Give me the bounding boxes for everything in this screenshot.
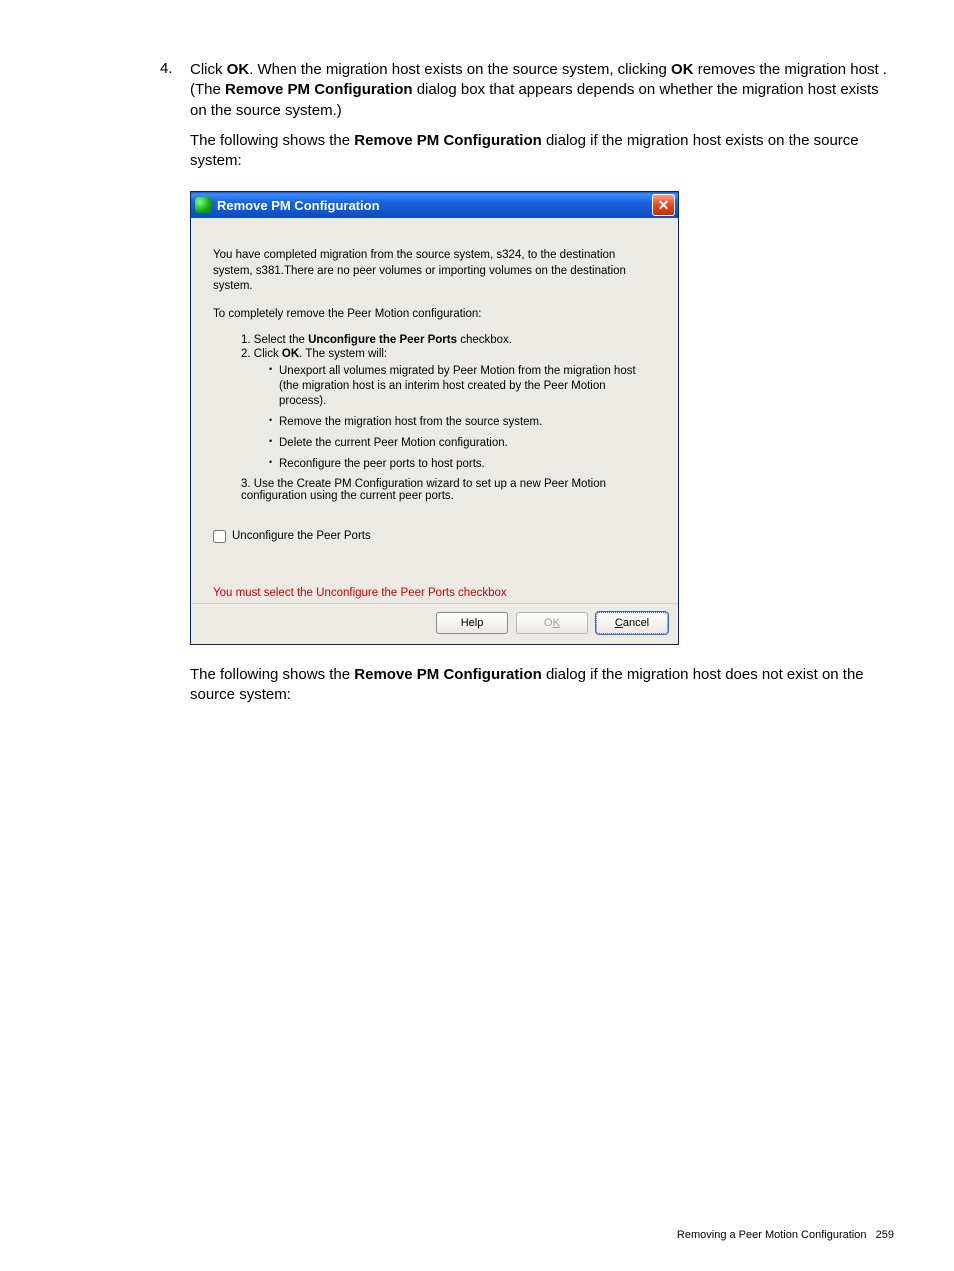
dialog-intro: You have completed migration from the so… [213, 248, 656, 295]
page-number: 259 [876, 1229, 894, 1241]
text: 1. Select the [241, 334, 308, 346]
titlebar[interactable]: Remove PM Configuration ✕ [191, 192, 678, 218]
bold-dialog-name: Remove PM Configuration [354, 132, 542, 149]
dialog-title: Remove PM Configuration [217, 198, 652, 213]
cancel-button[interactable]: Cancel [596, 612, 668, 634]
text: K [553, 617, 560, 629]
page-footer: Removing a Peer Motion Configuration 259 [677, 1229, 894, 1241]
dialog-subhead: To completely remove the Peer Motion con… [213, 307, 656, 323]
bullet-item: Remove the migration host from the sourc… [269, 415, 656, 430]
text: The following shows the [190, 132, 354, 149]
bullet-item: Reconfigure the peer ports to host ports… [269, 457, 656, 472]
step-body: Click OK. When the migration host exists… [190, 60, 894, 171]
close-button[interactable]: ✕ [652, 194, 675, 216]
text: C [615, 617, 623, 629]
bold: Unconfigure the Peer Ports [308, 334, 457, 346]
text: O [544, 617, 553, 629]
bold-ok: OK [671, 61, 694, 78]
dialog-body: You have completed migration from the so… [191, 218, 678, 581]
bullet-item: Delete the current Peer Motion configura… [269, 436, 656, 451]
help-button[interactable]: Help [436, 612, 508, 634]
unconfigure-peer-ports-checkbox[interactable] [213, 530, 226, 543]
bold-dialog-name: Remove PM Configuration [354, 666, 542, 683]
footer-text: Removing a Peer Motion Configuration [677, 1229, 867, 1241]
bold-ok: OK [227, 61, 250, 78]
bold-dialog-name: Remove PM Configuration [225, 81, 413, 98]
close-icon: ✕ [658, 197, 670, 214]
list-item: 2. Click OK. The system will: [241, 348, 656, 360]
text: . The system will: [299, 348, 387, 360]
text: 2. Click [241, 348, 282, 360]
step-number: 4. [160, 60, 173, 77]
validation-hint: You must select the Unconfigure the Peer… [213, 581, 656, 603]
text: ancel [623, 617, 649, 629]
list-item: 3. Use the Create PM Configuration wizar… [241, 478, 656, 502]
checkbox-label: Unconfigure the Peer Ports [232, 530, 371, 542]
text: Click [190, 61, 227, 78]
dialog-remove-pm-configuration: Remove PM Configuration ✕ You have compl… [190, 191, 679, 645]
bold: OK [282, 348, 299, 360]
dialog-footer: Help OK Cancel [191, 603, 678, 644]
unconfigure-peer-ports-checkbox-row[interactable]: Unconfigure the Peer Ports [213, 530, 656, 543]
after-text: The following shows the Remove PM Config… [190, 665, 894, 706]
list-item: 1. Select the Unconfigure the Peer Ports… [241, 334, 656, 346]
text: The following shows the [190, 666, 354, 683]
ok-button: OK [516, 612, 588, 634]
text: . When the migration host exists on the … [249, 61, 671, 78]
app-icon [195, 197, 211, 213]
bullet-item: Unexport all volumes migrated by Peer Mo… [269, 364, 656, 409]
text: checkbox. [457, 334, 512, 346]
